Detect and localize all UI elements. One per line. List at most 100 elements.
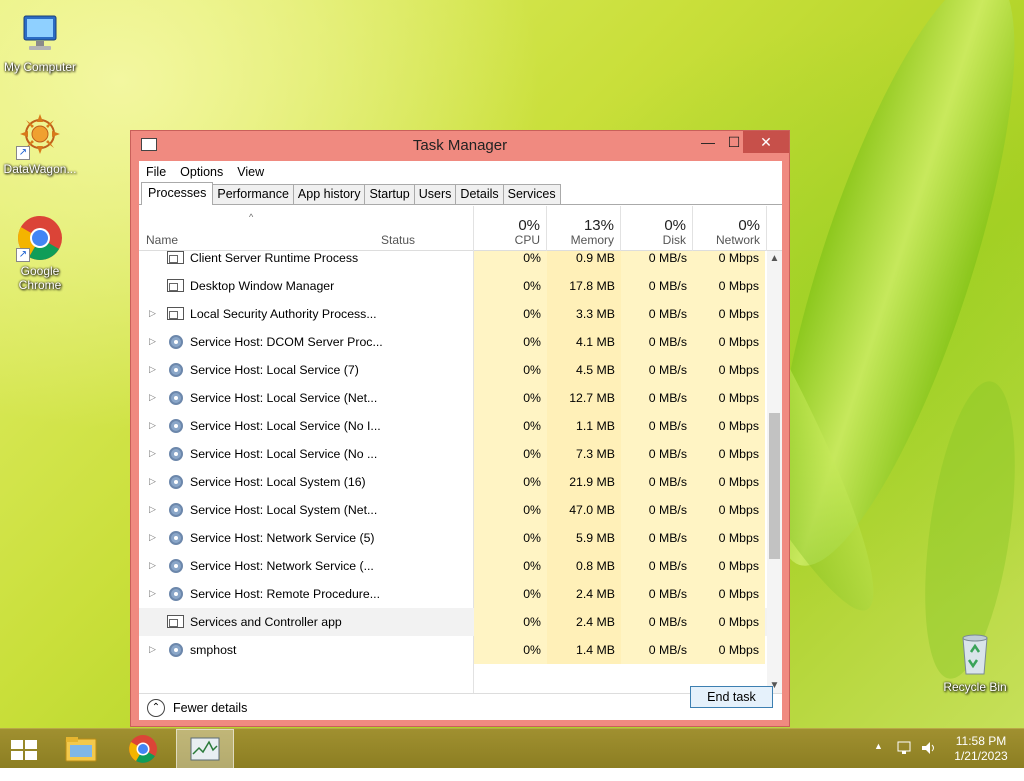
memory-cell: 47.0 MB: [547, 496, 621, 524]
fewer-details-button[interactable]: ⌃ Fewer details: [147, 699, 247, 717]
table-row[interactable]: 0% 4.5 MB 0 MB/s 0 Mbps ▷ Service Host: Local…: [139, 356, 769, 384]
expand-arrow-icon[interactable]: ▷: [149, 420, 156, 431]
app-window-icon: [167, 251, 184, 264]
table-row[interactable]: 0% 1.4 MB 0 MB/s 0 Mbps ▷ smphost: [139, 636, 769, 664]
memory-cell: 0.9 MB: [547, 251, 621, 272]
shortcut-arrow-icon: ↗: [16, 248, 30, 262]
tab-processes[interactable]: Processes: [141, 182, 214, 205]
service-gear-icon: [169, 335, 183, 349]
expand-arrow-icon[interactable]: ▷: [149, 644, 156, 655]
app-window-icon: [167, 615, 184, 628]
desktop-icon-recycle-bin[interactable]: Recycle Bin: [935, 630, 1015, 694]
process-name: Service Host: DCOM Server Proc...: [190, 335, 383, 349]
desktop-icon-datawagon[interactable]: ↗ DataWagon...: [0, 112, 80, 176]
expand-arrow-icon[interactable]: ▷: [149, 336, 156, 347]
expand-arrow-icon[interactable]: ▷: [149, 476, 156, 487]
expand-arrow-icon[interactable]: ▷: [149, 392, 156, 403]
tab-details[interactable]: Details: [455, 184, 504, 204]
end-task-button[interactable]: End task: [690, 686, 773, 708]
column-header-disk[interactable]: 0% Disk: [621, 206, 693, 251]
expand-arrow-icon[interactable]: ▷: [149, 448, 156, 459]
table-row[interactable]: 0% 2.4 MB 0 MB/s 0 Mbps ▷ Service Host: Remot…: [139, 580, 769, 608]
memory-cell: 2.4 MB: [547, 608, 621, 636]
network-cell: 0 Mbps: [693, 468, 765, 496]
expand-arrow-icon[interactable]: ▷: [149, 504, 156, 515]
memory-cell: 1.4 MB: [547, 636, 621, 664]
expand-arrow-icon[interactable]: ▷: [149, 364, 156, 375]
disk-cell: 0 MB/s: [621, 300, 693, 328]
tab-services[interactable]: Services: [502, 184, 561, 204]
clock[interactable]: 11:58 PM 1/21/2023: [946, 734, 1016, 764]
table-row[interactable]: 0% 0.8 MB 0 MB/s 0 Mbps ▷ Service Host: Netwo…: [139, 552, 769, 580]
network-icon[interactable]: [896, 739, 916, 779]
disk-cell: 0 MB/s: [621, 328, 693, 356]
scroll-thumb[interactable]: [769, 413, 780, 559]
table-row[interactable]: 0% 7.3 MB 0 MB/s 0 Mbps ▷ Service Host: Local…: [139, 440, 769, 468]
process-name: Service Host: Local Service (7): [190, 363, 359, 377]
disk-cell: 0 MB/s: [621, 356, 693, 384]
taskbar-file-explorer[interactable]: [52, 729, 110, 769]
table-row[interactable]: 0% 0.9 MB 0 MB/s 0 Mbps Client Server Runtim…: [139, 251, 769, 272]
close-button[interactable]: ✕: [743, 131, 789, 153]
column-header-cpu[interactable]: 0% CPU: [474, 206, 547, 251]
minimize-button[interactable]: —: [695, 131, 721, 153]
tab-performance[interactable]: Performance: [212, 184, 294, 204]
menu-view[interactable]: View: [230, 165, 271, 179]
taskbar-task-manager[interactable]: [176, 729, 234, 769]
cpu-cell: 0%: [474, 440, 547, 468]
start-button[interactable]: [0, 729, 48, 769]
table-row[interactable]: 0% 12.7 MB 0 MB/s 0 Mbps ▷ Service Host: Loca…: [139, 384, 769, 412]
memory-cell: 17.8 MB: [547, 272, 621, 300]
computer-icon: [16, 10, 64, 58]
table-row[interactable]: 0% 21.9 MB 0 MB/s 0 Mbps ▷ Service Host: Loca…: [139, 468, 769, 496]
scroll-up-icon[interactable]: ▲: [767, 251, 782, 266]
column-header-name[interactable]: ^ Name: [139, 206, 374, 251]
process-name: smphost: [190, 643, 237, 657]
tab-app-history[interactable]: App history: [292, 184, 366, 204]
memory-cell: 4.5 MB: [547, 356, 621, 384]
column-header-network[interactable]: 0% Network: [693, 206, 767, 251]
disk-cell: 0 MB/s: [621, 468, 693, 496]
cpu-cell: 0%: [474, 608, 547, 636]
shortcut-arrow-icon: ↗: [16, 146, 30, 160]
table-row[interactable]: 0% 2.4 MB 0 MB/s 0 Mbps Services and Control…: [139, 608, 769, 636]
tab-users[interactable]: Users: [413, 184, 457, 204]
memory-cell: 12.7 MB: [547, 384, 621, 412]
expand-arrow-icon[interactable]: ▷: [149, 588, 156, 599]
cpu-cell: 0%: [474, 636, 547, 664]
desktop-icon-google-chrome[interactable]: ↗ Google Chrome: [0, 214, 80, 292]
service-gear-icon: [169, 503, 183, 517]
memory-cell: 21.9 MB: [547, 468, 621, 496]
table-row[interactable]: 0% 5.9 MB 0 MB/s 0 Mbps ▷ Service Host: Netwo…: [139, 524, 769, 552]
vertical-scrollbar[interactable]: ▲ ▼: [767, 251, 782, 693]
show-hidden-icons-button[interactable]: ▲: [874, 741, 890, 781]
network-cell: 0 Mbps: [693, 412, 765, 440]
table-row[interactable]: 0% 47.0 MB 0 MB/s 0 Mbps ▷ Service Host: Loca…: [139, 496, 769, 524]
table-row[interactable]: 0% 17.8 MB 0 MB/s 0 Mbps Desktop Window Mana…: [139, 272, 769, 300]
memory-cell: 0.8 MB: [547, 552, 621, 580]
column-header-status[interactable]: Status: [374, 206, 474, 251]
column-header-memory[interactable]: 13% Memory: [547, 206, 621, 251]
memory-cell: 4.1 MB: [547, 328, 621, 356]
expand-arrow-icon[interactable]: ▷: [149, 560, 156, 571]
table-row[interactable]: 0% 1.1 MB 0 MB/s 0 Mbps ▷ Service Host: Local…: [139, 412, 769, 440]
table-row[interactable]: 0% 4.1 MB 0 MB/s 0 Mbps ▷ Service Host: DCOM …: [139, 328, 769, 356]
cpu-cell: 0%: [474, 328, 547, 356]
volume-icon[interactable]: [920, 739, 940, 779]
memory-cell: 3.3 MB: [547, 300, 621, 328]
taskbar-chrome[interactable]: [114, 729, 172, 769]
tab-startup[interactable]: Startup: [364, 184, 415, 204]
desktop-icon-my-computer[interactable]: My Computer: [0, 10, 80, 74]
process-table: ^ Name Status 0% CPU 13% Memory 0% Disk: [139, 206, 782, 693]
title-bar[interactable]: Task Manager — ☐ ✕: [131, 131, 789, 159]
service-gear-icon: [169, 391, 183, 405]
taskbar: ▲ 11:58 PM 1/21/2023: [0, 728, 1024, 769]
menu-options[interactable]: Options: [173, 165, 230, 179]
expand-arrow-icon[interactable]: ▷: [149, 532, 156, 543]
process-name: Service Host: Network Service (...: [190, 559, 374, 573]
table-row[interactable]: 0% 3.3 MB 0 MB/s 0 Mbps ▷ Local Security Auth…: [139, 300, 769, 328]
service-gear-icon: [169, 447, 183, 461]
menu-file[interactable]: File: [139, 165, 173, 179]
menu-bar: File Options View: [139, 161, 782, 183]
expand-arrow-icon[interactable]: ▷: [149, 308, 156, 319]
